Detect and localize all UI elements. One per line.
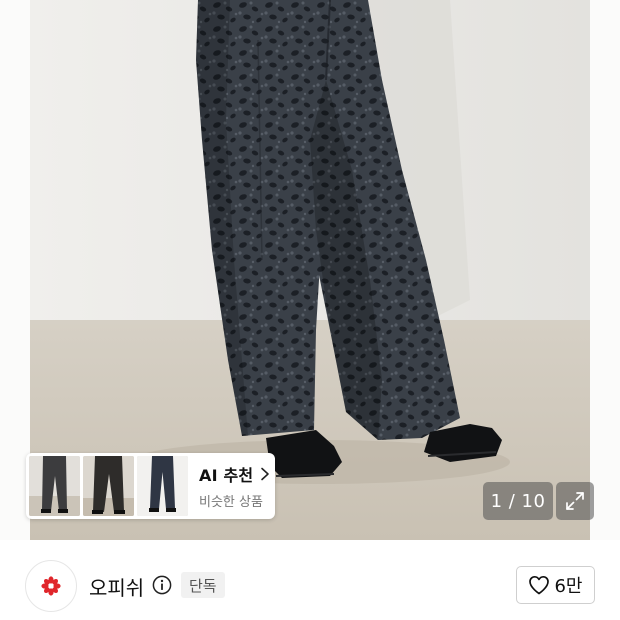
ai-recommendation-thumbnail[interactable] xyxy=(83,456,134,516)
ai-recommendation-subtitle: 비슷한 상품 xyxy=(199,495,263,510)
like-count: 6만 xyxy=(554,576,583,597)
ai-recommendation-card[interactable]: AI 추천 비슷한 상품 xyxy=(26,453,275,519)
ai-recommendation-title: AI 추천 xyxy=(199,466,254,485)
thumbnail-image xyxy=(83,456,134,516)
exclusive-badge: 단독 xyxy=(181,572,225,598)
chevron-right-icon xyxy=(261,467,270,481)
expand-button[interactable] xyxy=(556,482,594,520)
brand-logo-mark xyxy=(41,576,61,596)
brand-bar: 오피쉬 단독 6만 xyxy=(0,540,620,620)
like-button[interactable]: 6만 xyxy=(516,566,595,604)
image-counter: 1 / 10 xyxy=(483,482,553,520)
ai-recommendation-thumbnail[interactable] xyxy=(137,456,188,516)
expand-icon xyxy=(566,492,584,510)
ai-recommendation-thumbnail[interactable] xyxy=(29,456,80,516)
thumbnail-image xyxy=(29,456,80,516)
heart-icon xyxy=(529,575,550,595)
ai-recommendation-text[interactable]: AI 추천 비슷한 상품 xyxy=(199,462,270,510)
ai-title-row: AI 추천 xyxy=(199,462,270,486)
product-page: AI 추천 비슷한 상품 1 / 10 오피쉬 단독 6만 xyxy=(0,0,620,620)
brand-name[interactable]: 오피쉬 xyxy=(89,572,144,601)
thumbnail-image xyxy=(137,456,188,516)
product-image-gallery[interactable]: AI 추천 비슷한 상품 1 / 10 xyxy=(0,0,620,540)
brand-logo[interactable] xyxy=(25,560,77,612)
info-icon[interactable] xyxy=(152,575,172,595)
